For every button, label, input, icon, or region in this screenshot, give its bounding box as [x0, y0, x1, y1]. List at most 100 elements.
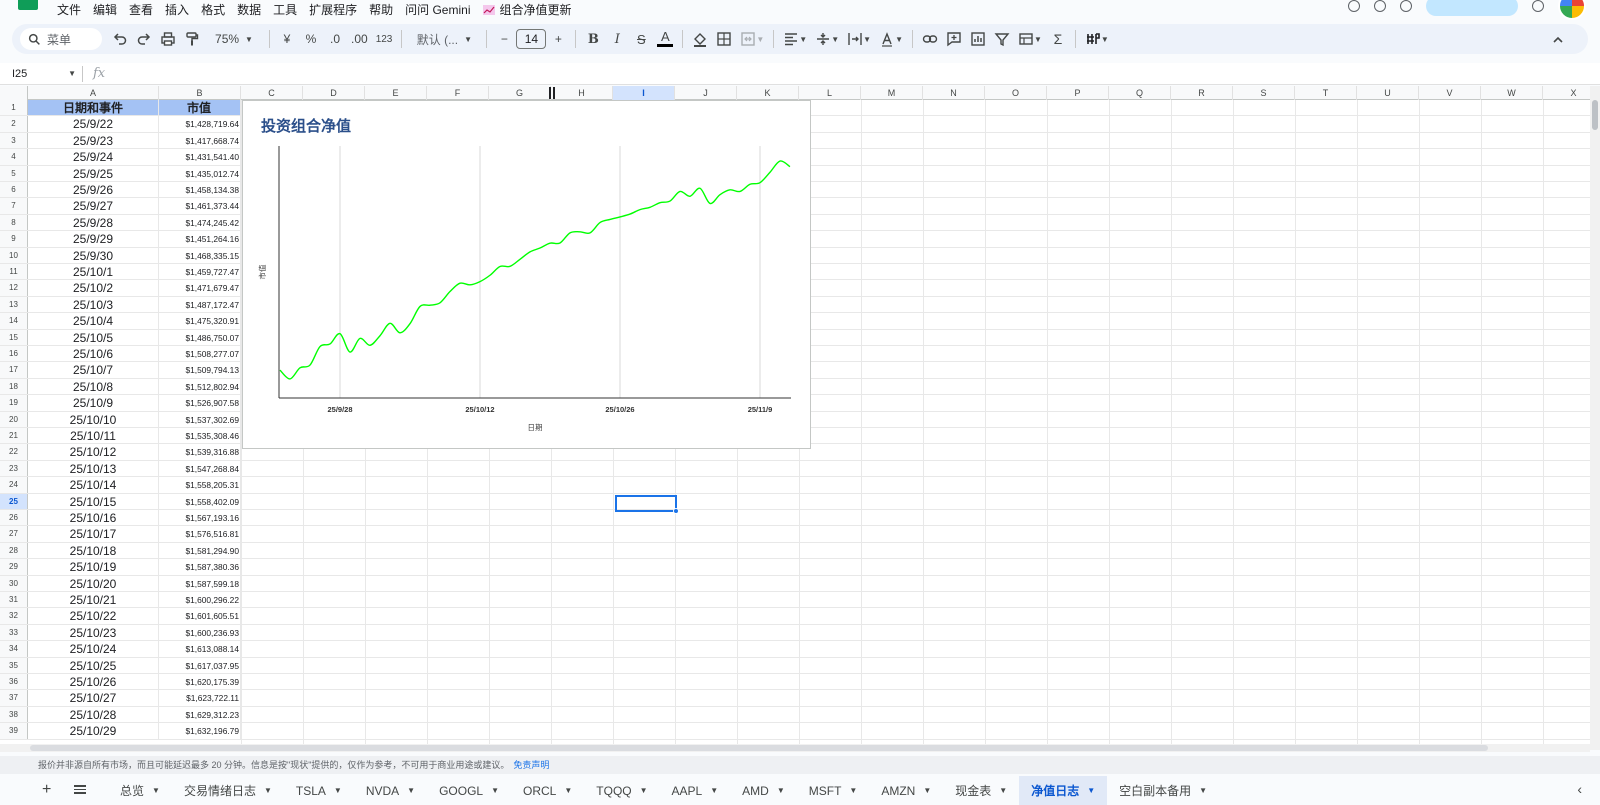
column-header[interactable]: F — [427, 86, 489, 100]
date-cell[interactable]: 25/10/9 — [28, 395, 159, 411]
menu-item[interactable]: 工具 — [267, 1, 303, 18]
value-cell[interactable]: $1,535,308.46 — [159, 428, 241, 444]
value-cell[interactable]: $1,587,380.36 — [159, 559, 241, 575]
sheet-tab[interactable]: GOOGL ▼ — [427, 776, 511, 805]
value-cell[interactable]: $1,567,193.16 — [159, 510, 241, 526]
value-cell[interactable]: $1,537,302.69 — [159, 411, 241, 427]
value-cell[interactable]: $1,581,294.90 — [159, 542, 241, 559]
date-cell[interactable]: 25/9/26 — [28, 182, 159, 198]
column-header[interactable]: V — [1419, 86, 1481, 100]
vertical-scrollbar[interactable] — [1590, 86, 1600, 750]
row-number[interactable]: 4 — [0, 149, 28, 165]
date-cell[interactable]: 25/10/20 — [28, 575, 159, 591]
row-number[interactable]: 9 — [0, 231, 28, 247]
date-cell[interactable]: 25/9/23 — [28, 132, 159, 149]
bold-button[interactable]: B — [581, 27, 605, 51]
value-cell[interactable]: $1,547,268.84 — [159, 460, 241, 477]
row-number[interactable]: 5 — [0, 165, 28, 181]
row-number[interactable]: 23 — [0, 460, 28, 477]
add-sheet-button[interactable]: + — [42, 781, 51, 799]
row-number[interactable]: 24 — [0, 477, 28, 493]
menu-item[interactable]: 扩展程序 — [303, 1, 363, 18]
date-cell[interactable]: 25/10/21 — [28, 592, 159, 608]
insert-link-button[interactable] — [918, 27, 942, 51]
menu-item-extension[interactable]: 组合净值更新 — [477, 1, 578, 18]
value-cell[interactable]: $1,417,668.74 — [159, 132, 241, 149]
row-number[interactable]: 36 — [0, 674, 28, 690]
date-cell[interactable]: 25/9/22 — [28, 116, 159, 132]
date-cell[interactable]: 25/10/22 — [28, 608, 159, 624]
merge-cells-button[interactable]: ▼ — [736, 27, 768, 51]
comment-icon[interactable] — [1374, 0, 1386, 12]
sheets-logo-icon[interactable] — [18, 0, 38, 10]
formula-input[interactable] — [105, 65, 1600, 83]
text-color-button[interactable]: A — [653, 27, 677, 51]
value-cell[interactable]: $1,539,316.88 — [159, 444, 241, 460]
row-number[interactable]: 10 — [0, 247, 28, 263]
value-cell[interactable]: $1,509,794.13 — [159, 362, 241, 378]
font-select[interactable]: 默认 (... ▼ — [407, 27, 481, 51]
row-number[interactable]: 29 — [0, 559, 28, 575]
column-header[interactable]: Q — [1109, 86, 1171, 100]
row-number[interactable]: 26 — [0, 510, 28, 526]
decrease-decimal-button[interactable]: .0 — [323, 27, 347, 51]
value-cell[interactable]: $1,451,264.16 — [159, 231, 241, 247]
row-number[interactable]: 11 — [0, 264, 28, 280]
sheet-tab[interactable]: 总览 ▼ — [108, 776, 172, 805]
date-cell[interactable]: 25/10/8 — [28, 378, 159, 395]
column-header[interactable]: P — [1047, 86, 1109, 100]
row-number[interactable]: 18 — [0, 378, 28, 395]
value-cell[interactable]: $1,558,205.31 — [159, 477, 241, 493]
row-number[interactable]: 8 — [0, 214, 28, 231]
net-value-chart[interactable]: 投资组合净值 25/9/28 25/10/12 25/10/26 25/11/9 日期市… — [242, 100, 811, 449]
date-cell[interactable]: 25/10/6 — [28, 346, 159, 362]
row-number[interactable]: 3 — [0, 132, 28, 149]
menu-item[interactable]: 格式 — [195, 1, 231, 18]
date-cell[interactable]: 25/10/7 — [28, 362, 159, 378]
sheet-tab[interactable]: AMZN ▼ — [869, 776, 943, 805]
row-number[interactable]: 30 — [0, 575, 28, 591]
date-cell[interactable]: 25/9/27 — [28, 198, 159, 214]
column-header[interactable]: D — [303, 86, 365, 100]
vertical-align-button[interactable]: ▼ — [811, 27, 843, 51]
borders-button[interactable] — [712, 27, 736, 51]
value-cell[interactable]: $1,601,605.51 — [159, 608, 241, 624]
row-number[interactable]: 22 — [0, 444, 28, 460]
sheet-tab[interactable]: 净值日志 ▼ — [1019, 776, 1108, 805]
header-cell-value[interactable]: 市值 — [159, 100, 241, 116]
header-cell-date[interactable]: 日期和事件 — [28, 100, 159, 116]
meet-icon[interactable] — [1400, 0, 1412, 12]
row-number[interactable]: 15 — [0, 329, 28, 345]
column-header[interactable]: G — [489, 86, 551, 100]
row-number[interactable]: 16 — [0, 346, 28, 362]
value-cell[interactable]: $1,431,541.40 — [159, 149, 241, 165]
value-cell[interactable]: $1,613,088.14 — [159, 641, 241, 657]
value-cell[interactable]: $1,471,679.47 — [159, 280, 241, 296]
column-header[interactable]: S — [1233, 86, 1295, 100]
date-cell[interactable]: 25/10/5 — [28, 329, 159, 345]
value-cell[interactable]: $1,526,907.58 — [159, 395, 241, 411]
column-header[interactable]: X — [1543, 86, 1590, 100]
gemini-icon[interactable] — [1532, 0, 1544, 12]
value-cell[interactable]: $1,435,012.74 — [159, 165, 241, 181]
date-cell[interactable]: 25/10/14 — [28, 477, 159, 493]
name-box[interactable]: I25 ▼ — [0, 68, 82, 80]
sheet-tab[interactable]: ORCL ▼ — [511, 776, 584, 805]
date-cell[interactable]: 25/10/23 — [28, 624, 159, 641]
row-number[interactable]: 35 — [0, 657, 28, 673]
font-size-increase-button[interactable]: + — [546, 27, 570, 51]
value-cell[interactable]: $1,617,037.95 — [159, 657, 241, 673]
text-rotation-button[interactable]: ▼ — [875, 27, 907, 51]
column-header[interactable]: W — [1481, 86, 1543, 100]
text-wrap-button[interactable]: ▼ — [843, 27, 875, 51]
horizontal-scroll-thumb[interactable] — [30, 745, 1488, 751]
menu-item[interactable]: 查看 — [123, 1, 159, 18]
date-cell[interactable]: 25/10/19 — [28, 559, 159, 575]
column-header[interactable]: N — [923, 86, 985, 100]
sheet-tab[interactable]: AMD ▼ — [730, 776, 797, 805]
column-header[interactable]: I — [613, 86, 675, 100]
value-cell[interactable]: $1,475,320.91 — [159, 313, 241, 329]
menu-item[interactable]: 编辑 — [87, 1, 123, 18]
value-cell[interactable]: $1,587,599.18 — [159, 575, 241, 591]
column-header[interactable]: T — [1295, 86, 1357, 100]
